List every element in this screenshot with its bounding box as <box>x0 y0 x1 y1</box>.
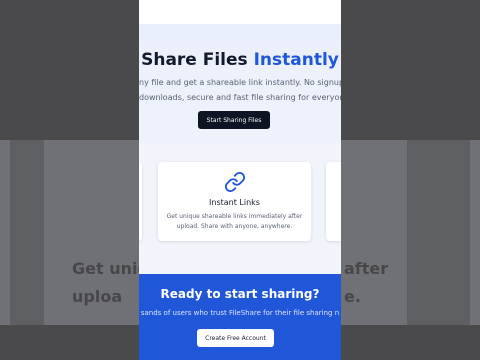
cta-subtitle: sands of users who trust FileShare for t… <box>140 309 340 317</box>
link-icon <box>224 171 246 193</box>
cta-title: Ready to start sharing? <box>160 287 320 301</box>
feature-card-title: Instant Links <box>209 198 260 207</box>
backdrop-card-left-edge <box>0 140 10 325</box>
hero-title-main: Share Files <box>141 50 248 70</box>
features-section: Instant Links Get unique shareable links… <box>139 144 341 274</box>
feature-card-left-partial <box>139 162 142 241</box>
hero-title-accent: Instantly <box>253 50 339 70</box>
start-sharing-button[interactable]: Start Sharing Files <box>198 111 270 129</box>
feature-card-right-partial <box>326 162 341 241</box>
feature-card-description: Get unique shareable links immediately a… <box>166 213 303 230</box>
hero-title: Share Files Instantly <box>139 50 341 70</box>
create-free-account-button[interactable]: Create Free Account <box>197 329 274 347</box>
hero-subtitle-line-2: downloads, secure and fast file sharing … <box>139 93 341 102</box>
mobile-viewport: Share Files Instantly ny file and get a … <box>139 0 341 360</box>
backdrop-text-right: after e. <box>344 259 389 306</box>
hero-subtitle-line-1: ny file and get a shareable link instant… <box>139 78 341 87</box>
hero-subtitle: ny file and get a shareable link instant… <box>139 75 341 105</box>
feature-card-instant-links: Instant Links Get unique shareable links… <box>158 162 311 241</box>
cta-section: Ready to start sharing? sands of users w… <box>139 274 341 360</box>
hero-section: Share Files Instantly ny file and get a … <box>139 24 341 144</box>
top-bar <box>139 0 341 24</box>
